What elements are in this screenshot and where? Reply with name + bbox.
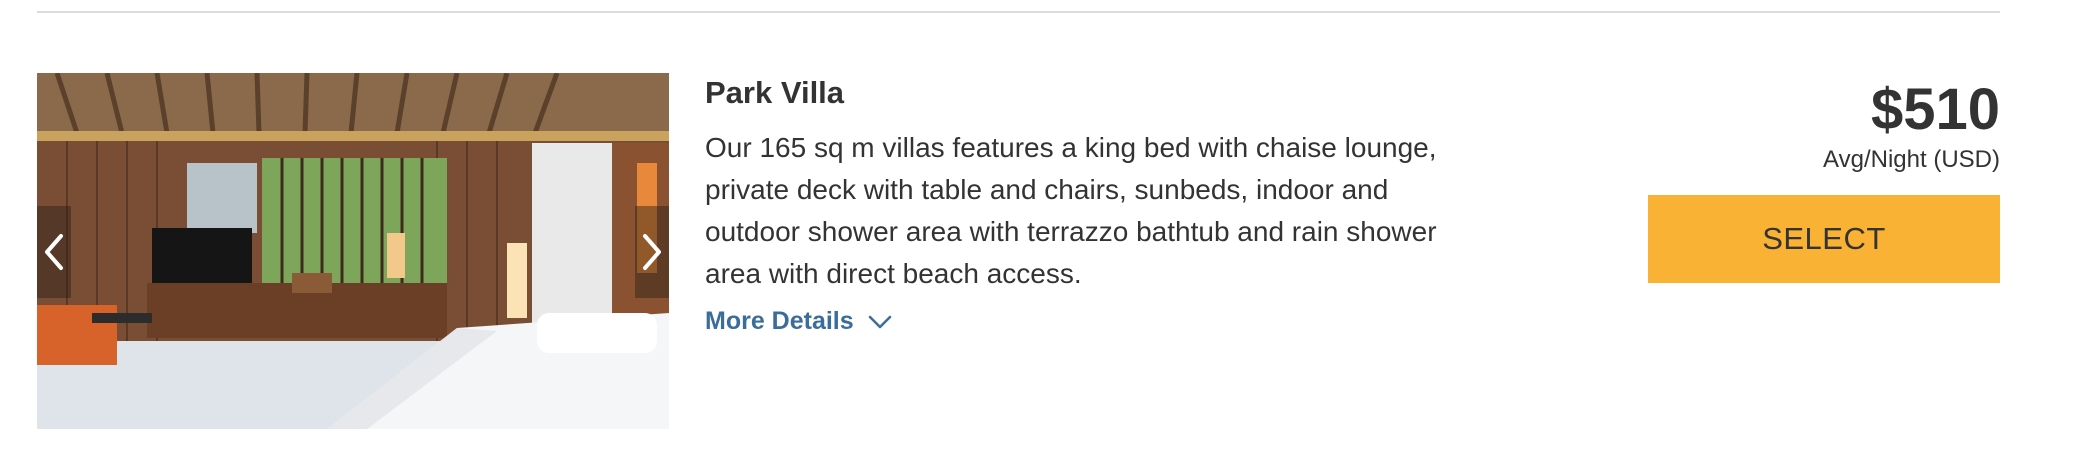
chevron-left-icon (45, 234, 63, 270)
room-price: $510 (1870, 77, 2000, 142)
more-details-label: More Details (705, 307, 854, 335)
room-details: Park Villa Our 165 sq m villas features … (705, 73, 1465, 336)
more-details-link[interactable]: More Details (705, 307, 892, 336)
room-listing-page: Park Villa Our 165 sq m villas features … (0, 0, 2090, 466)
price-unit-label: Avg/Night (USD) (1823, 146, 2000, 173)
room-card: Park Villa Our 165 sq m villas features … (37, 73, 2000, 429)
chevron-right-icon (643, 234, 661, 270)
carousel-next-button[interactable] (635, 206, 669, 298)
price-block: $510 Avg/Night (USD) SELECT (1640, 73, 2000, 283)
room-name: Park Villa (705, 75, 845, 110)
top-divider (37, 11, 2000, 13)
chevron-down-icon (868, 307, 892, 336)
room-photo (37, 73, 669, 429)
room-photo-carousel[interactable] (37, 73, 669, 429)
room-description: Our 165 sq m villas features a king bed … (705, 132, 1437, 289)
select-button[interactable]: SELECT (1648, 195, 2000, 283)
carousel-prev-button[interactable] (37, 206, 71, 298)
